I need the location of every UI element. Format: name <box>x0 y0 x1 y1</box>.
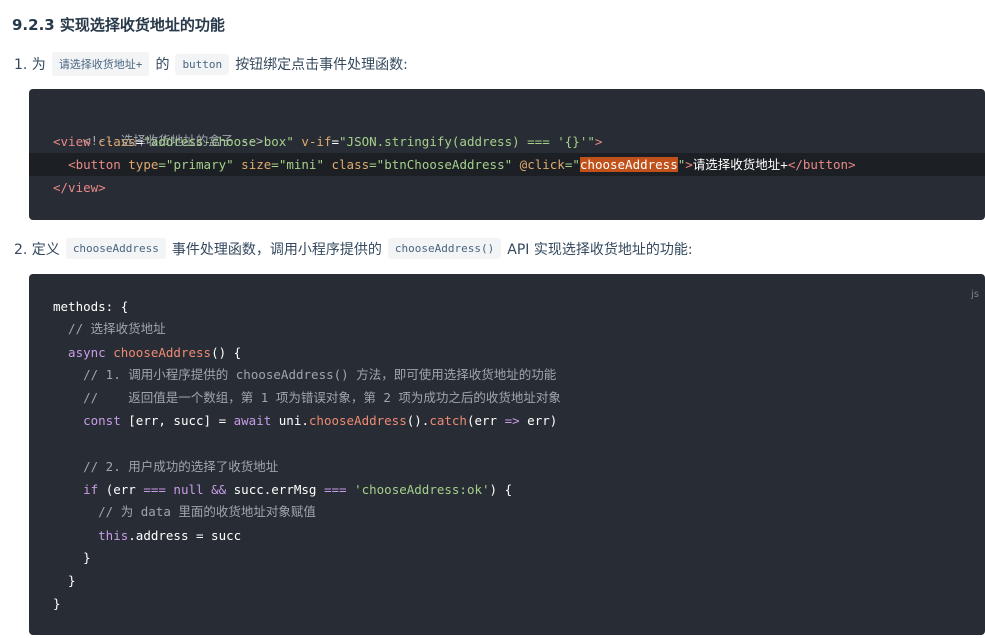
code-operator: === <box>143 482 166 497</box>
code-function: catch <box>429 413 467 428</box>
code-text: (err <box>466 413 505 428</box>
code-line: <view class="address-choose-box" v-if="J… <box>29 130 985 153</box>
code-line: } <box>29 569 985 592</box>
code-text: (err <box>105 482 144 497</box>
code-tag: > <box>685 157 693 172</box>
code-string: ="primary" <box>158 157 234 172</box>
code-tag: <view <box>53 134 91 149</box>
code-comment: // 返回值是一个数组，第 1 项为错误对象，第 2 项为成功之后的收货地址对象 <box>53 390 561 405</box>
code-string: "address-choose-box" <box>143 134 294 149</box>
step-2-text: 2. 定义 chooseAddress 事件处理函数，调用小程序提供的 choo… <box>14 238 693 259</box>
code-block-js: js methods: { // 选择收货地址 async chooseAddr… <box>29 274 985 635</box>
code-text: } <box>53 596 61 611</box>
code-attr: v-if <box>293 134 332 149</box>
code-line: // 2. 用户成功的选择了收货地址 <box>29 455 985 478</box>
section-heading: 9.2.3 实现选择收货地址的功能 <box>12 16 225 34</box>
code-line: // 为 data 里面的收货地址对象赋值 <box>29 500 985 523</box>
code-line: methods: { <box>29 295 985 318</box>
code-text: } <box>53 550 91 565</box>
code-text: .address = succ <box>128 528 242 543</box>
code-function: chooseAddress <box>113 345 212 360</box>
inline-code-api: chooseAddress() <box>387 238 502 259</box>
code-text: uni. <box>278 413 309 428</box>
code-keyword: this <box>53 528 129 543</box>
code-attr: size <box>233 157 272 172</box>
code-line: // 返回值是一个数组，第 1 项为错误对象，第 2 项为成功之后的收货地址对象 <box>29 386 985 409</box>
selected-text[interactable]: chooseAddress <box>579 157 678 172</box>
code-tag: </button> <box>787 157 856 172</box>
code-keyword: if <box>53 482 106 497</box>
code-line: <!-- 选择收货地址的盒子 --> <box>29 106 985 148</box>
code-attr: class <box>90 134 136 149</box>
step-1-suffix: 按钮绑定点击事件处理函数: <box>235 57 408 73</box>
code-op: = <box>331 134 340 149</box>
code-tag: </view> <box>53 180 106 195</box>
step-1-prefix: 1. 为 <box>14 57 46 73</box>
code-comment: // 2. 用户成功的选择了收货地址 <box>53 459 279 474</box>
code-keyword: async <box>53 345 114 360</box>
code-operator: => <box>504 413 520 428</box>
code-operator: && <box>211 482 227 497</box>
code-string: 'chooseAddress:ok' <box>346 482 490 497</box>
code-operator: === <box>323 482 347 497</box>
code-text: (). <box>406 413 430 428</box>
code-comment: // 1. 调用小程序提供的 chooseAddress() 方法，即可使用选择… <box>53 367 557 382</box>
code-line: const [err, succ] = await uni.chooseAddr… <box>29 409 985 432</box>
code-keyword: await <box>233 413 279 428</box>
code-line: // 1. 调用小程序提供的 chooseAddress() 方法，即可使用选择… <box>29 363 985 386</box>
step-1-mid: 的 <box>155 57 170 73</box>
code-line: } <box>29 546 985 569</box>
code-string: "JSON.stringify(address) === '{}'" <box>339 134 595 149</box>
code-comment: // 选择收货地址 <box>53 321 166 336</box>
code-line: // 选择收货地址 <box>29 317 985 340</box>
code-attr: type <box>120 157 159 172</box>
step-2-mid: 事件处理函数，调用小程序提供的 <box>171 241 382 258</box>
code-line: this.address = succ <box>29 524 985 547</box>
inline-code-handler: chooseAddress <box>65 238 166 259</box>
code-text: ) { <box>489 482 513 497</box>
step-1-text: 1. 为 请选择收货地址+ 的 button 按钮绑定点击事件处理函数: <box>14 52 408 76</box>
code-text: succ.errMsg <box>226 482 324 497</box>
code-text: () { <box>211 345 242 360</box>
step-2-suffix: API 实现选择收货地址的功能: <box>507 241 693 258</box>
code-text: methods: { <box>53 299 129 314</box>
code-line: } <box>29 592 985 615</box>
code-text: [err, succ] = <box>128 413 234 428</box>
code-block-template: <!-- 选择收货地址的盒子 --> <view class = "address-… <box>29 89 985 220</box>
code-attr: class <box>323 157 370 172</box>
inline-code-button-label: 请选择收货地址+ <box>51 52 150 76</box>
code-function: chooseAddress <box>308 413 407 428</box>
code-tag: <button <box>68 157 121 172</box>
code-string: =" <box>564 157 580 172</box>
code-line: async chooseAddress() { <box>29 341 985 364</box>
code-comment: // 为 data 里面的收货地址对象赋值 <box>53 504 316 519</box>
code-text: } <box>53 573 76 588</box>
code-text: err) <box>519 413 558 428</box>
code-string: ="btnChooseAddress" <box>369 157 513 172</box>
code-attr: @click <box>512 157 565 172</box>
step-2-prefix: 2. 定义 <box>14 241 60 258</box>
code-line-highlighted: <button type="primary" size="mini" class… <box>29 153 985 176</box>
code-line: if (err === null && succ.errMsg === 'cho… <box>29 478 985 501</box>
code-string: ="mini" <box>271 157 324 172</box>
code-keyword: null <box>165 482 212 497</box>
inline-code-button: button <box>175 53 230 75</box>
code-line: </view> <box>29 176 985 199</box>
code-text: 请选择收货地址+ <box>692 157 788 172</box>
code-keyword: const <box>53 413 129 428</box>
code-tag: > <box>594 134 603 149</box>
